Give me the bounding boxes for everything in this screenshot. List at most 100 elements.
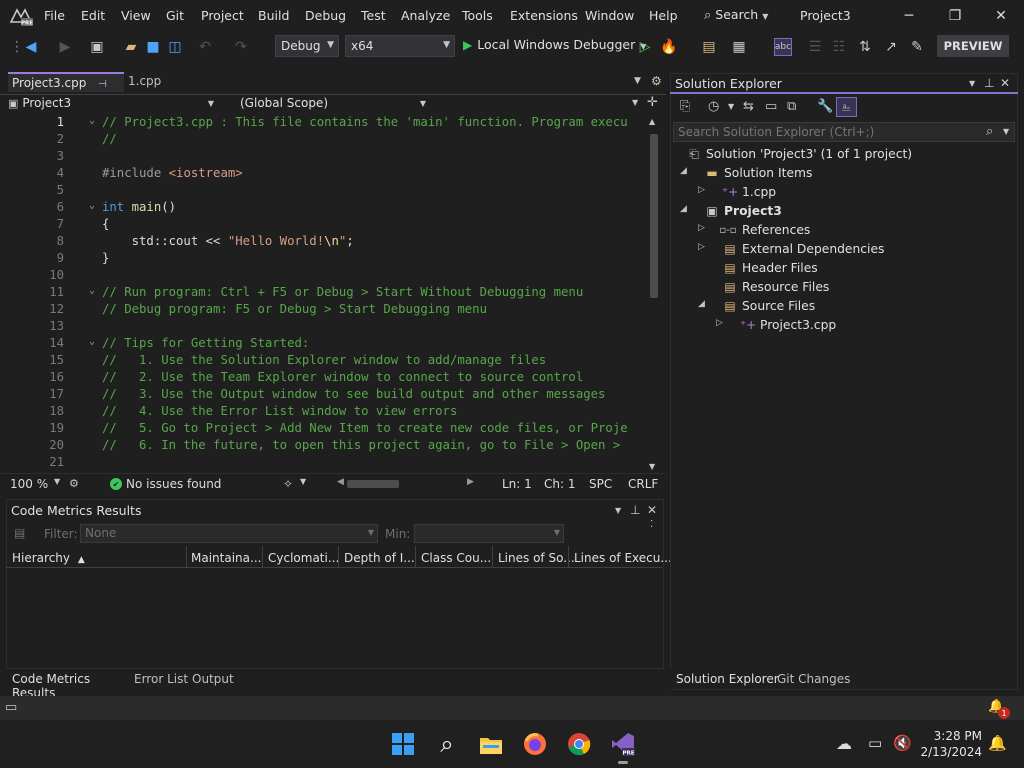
menu-help[interactable]: Help xyxy=(649,8,678,23)
scrollbar-thumb[interactable] xyxy=(650,134,658,298)
menu-git[interactable]: Git xyxy=(166,8,184,23)
collapse-icon[interactable]: ⌄ xyxy=(89,200,95,211)
open-file-icon[interactable]: ▰ xyxy=(122,38,140,56)
solution-platform-select[interactable]: x64 ▼ xyxy=(345,35,455,57)
tree-item-project3[interactable]: ◢ ▣ Project3 xyxy=(680,203,1000,222)
maximize-icon[interactable]: ❐ xyxy=(944,6,966,26)
save-icon[interactable]: ■ xyxy=(144,38,162,56)
horizontal-scrollbar-thumb[interactable] xyxy=(347,480,399,488)
layout-icon[interactable]: ▦ xyxy=(730,38,748,56)
line-ending-indicator[interactable]: CRLF xyxy=(628,477,658,491)
tab-code-metrics[interactable]: Code Metrics Results xyxy=(6,669,128,700)
preview-button[interactable]: PREVIEW xyxy=(937,35,1009,57)
minimize-icon[interactable]: ─ xyxy=(898,6,920,26)
collapse-all-icon[interactable]: ▭ xyxy=(765,99,777,114)
uncomment-icon[interactable]: ☷ xyxy=(830,38,848,56)
menu-edit[interactable]: Edit xyxy=(81,8,105,23)
tree-item-resource-files[interactable]: ▤ Resource Files xyxy=(698,279,998,298)
outdent-icon[interactable]: ⇅ xyxy=(856,38,874,56)
export-icon[interactable]: ▤ xyxy=(14,526,25,540)
tab-error-list[interactable]: Error List xyxy=(134,672,188,686)
start-without-debugging-icon[interactable]: ▷ xyxy=(636,38,654,56)
volume-muted-icon[interactable]: 🔇 xyxy=(893,734,912,752)
menu-project[interactable]: Project xyxy=(201,8,244,23)
close-icon[interactable]: ✕ xyxy=(1000,76,1010,90)
chevron-down-icon[interactable]: ▼ xyxy=(632,98,638,107)
file-explorer-icon[interactable] xyxy=(478,731,504,757)
tree-item-solution[interactable]: ⎗ Solution 'Project3' (1 of 1 project) xyxy=(686,146,1006,165)
search-icon[interactable]: ⌕ xyxy=(986,124,993,139)
chevron-down-icon[interactable]: ▼ xyxy=(54,477,60,486)
collapse-icon[interactable]: ⌄ xyxy=(89,336,95,347)
scroll-left-icon[interactable]: ◀ xyxy=(337,477,344,487)
intellicode-icon[interactable]: ⚙ xyxy=(69,477,79,490)
firefox-icon[interactable] xyxy=(522,731,548,757)
properties-icon[interactable]: 🔧 xyxy=(817,99,833,114)
windows-start-icon[interactable] xyxy=(390,731,416,757)
close-icon[interactable]: ✕ xyxy=(990,6,1012,26)
chevron-down-icon[interactable]: ▼ xyxy=(728,102,734,111)
tab-1-cpp[interactable]: 1.cpp xyxy=(128,74,161,88)
expanded-icon[interactable]: ◢ xyxy=(680,204,692,214)
tree-item-solution-items[interactable]: ◢ ▬ Solution Items xyxy=(680,165,1000,184)
tree-item-header-files[interactable]: ▤ Header Files xyxy=(698,260,998,279)
column-depth[interactable]: Depth of I... xyxy=(344,551,415,565)
save-all-icon[interactable]: ◫ xyxy=(166,38,184,56)
tree-item-references[interactable]: ▷ ▫-▫ References xyxy=(698,222,998,241)
comment-icon[interactable]: ☰ xyxy=(806,38,824,56)
tab-overflow-icon[interactable]: ▼ xyxy=(634,76,641,86)
tab-git-changes[interactable]: Git Changes xyxy=(777,672,850,686)
min-select[interactable]: ▼ xyxy=(414,524,564,543)
filter-select[interactable]: None ▼ xyxy=(80,524,378,543)
chevron-down-icon[interactable]: ▼ xyxy=(615,506,621,515)
chevron-down-icon[interactable]: ▼ xyxy=(969,79,975,88)
pin-icon[interactable]: ⊣ xyxy=(98,79,107,90)
tab-output[interactable]: Output xyxy=(192,672,234,686)
collapse-icon[interactable]: ⌄ xyxy=(89,115,95,126)
solution-explorer-search-input[interactable] xyxy=(673,122,1015,142)
switch-views-icon[interactable]: ⎘ xyxy=(680,99,690,114)
show-all-files-icon[interactable]: ⧉ xyxy=(787,99,796,114)
column-hierarchy[interactable]: Hierarchy ▲ xyxy=(12,551,85,565)
notification-center-icon[interactable]: 🔔 xyxy=(988,734,1007,752)
chevron-down-icon[interactable]: ▼ xyxy=(1003,127,1009,136)
clock-date[interactable]: 2/13/2024 xyxy=(918,745,982,759)
line-indicator[interactable]: Ln: 1 xyxy=(502,477,532,491)
navigate-forward-icon[interactable]: ▶ xyxy=(56,38,74,56)
menu-file[interactable]: File xyxy=(44,8,65,23)
project-dropdown[interactable]: ▣ Project3 ▼ xyxy=(8,96,218,110)
gear-icon[interactable]: ⚙ xyxy=(651,74,662,88)
clock-time[interactable]: 3:28 PM xyxy=(926,729,982,743)
share-icon[interactable]: ↗ xyxy=(882,38,900,56)
visual-studio-preview-icon[interactable]: PRE xyxy=(610,731,636,757)
menu-test[interactable]: Test xyxy=(361,8,386,23)
column-lines-executable[interactable]: Lines of Execu... xyxy=(574,551,672,565)
pin-icon[interactable]: ⊥ xyxy=(984,76,994,90)
more-options-icon[interactable]: ⁚ xyxy=(650,519,653,530)
tree-item-project3-cpp[interactable]: ▷ ⁺+ Project3.cpp xyxy=(716,317,998,336)
zoom-level[interactable]: 100 % xyxy=(10,477,48,491)
collapse-icon[interactable]: ⌄ xyxy=(89,285,95,296)
whitespace-indicator[interactable]: SPC xyxy=(589,477,612,491)
scroll-right-icon[interactable]: ▶ xyxy=(467,477,474,487)
issues-status[interactable]: No issues found xyxy=(126,477,221,491)
chevron-down-icon[interactable]: ▼ xyxy=(300,477,306,486)
scroll-up-icon[interactable]: ▲ xyxy=(649,117,655,126)
folder-view-icon[interactable]: ▤ xyxy=(700,38,718,56)
network-icon[interactable]: ▭ xyxy=(868,734,882,752)
tree-item-external-dependencies[interactable]: ▷ ▤ External Dependencies xyxy=(698,241,998,260)
collapsed-icon[interactable]: ▷ xyxy=(698,223,710,233)
tree-item-source-files[interactable]: ◢ ▤ Source Files xyxy=(698,298,998,317)
column-class-coupling[interactable]: Class Cou... xyxy=(421,551,491,565)
solution-configuration-select[interactable]: Debug ▼ xyxy=(275,35,339,57)
split-editor-icon[interactable]: ✛ xyxy=(647,95,658,110)
pin-icon[interactable]: ⊥ xyxy=(630,503,640,517)
collapsed-icon[interactable]: ▷ xyxy=(698,242,710,252)
scope-dropdown[interactable]: (Global Scope) ▼ xyxy=(240,96,430,110)
sync-with-document-icon[interactable]: ⇆ xyxy=(743,99,754,114)
collapsed-icon[interactable]: ▷ xyxy=(698,185,710,195)
menu-build[interactable]: Build xyxy=(258,8,289,23)
new-project-icon[interactable]: ▣ xyxy=(88,38,106,56)
tab-project3-cpp[interactable]: Project3.cpp ⊣ ✕ xyxy=(8,72,124,104)
menu-view[interactable]: View xyxy=(121,8,151,23)
